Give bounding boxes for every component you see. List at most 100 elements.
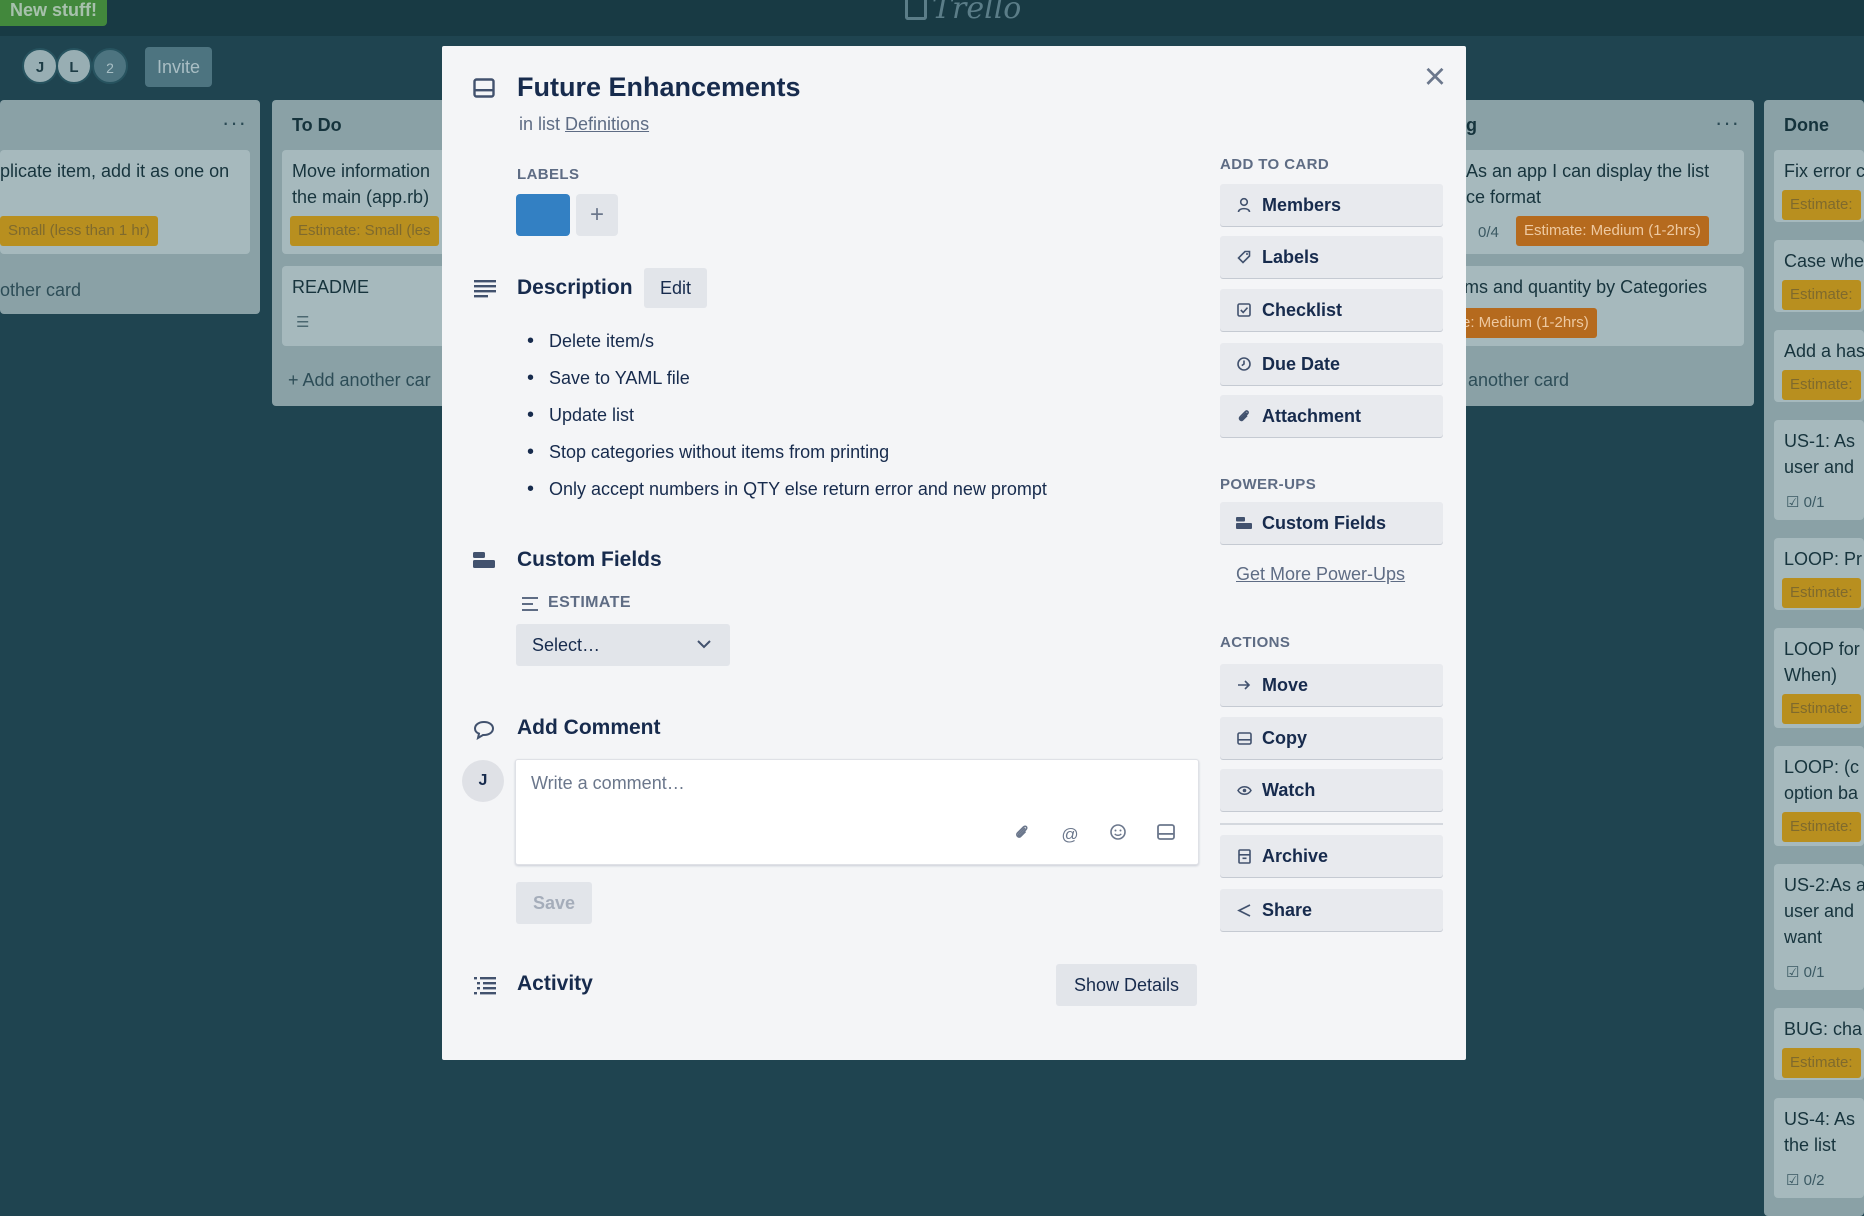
sidebar-divider <box>1220 823 1443 825</box>
list-card[interactable]: Case whe Estimate: <box>1774 240 1864 312</box>
archive-button[interactable]: Archive <box>1220 835 1443 877</box>
mention-icon[interactable]: @ <box>1059 824 1081 846</box>
estimate-badge: Estimate: <box>1782 812 1861 842</box>
get-more-power-ups-link[interactable]: Get More Power-Ups <box>1236 564 1405 585</box>
estimate-badge: Estimate: Small (les <box>290 216 439 246</box>
due-date-button[interactable]: Due Date <box>1220 343 1443 385</box>
list-card[interactable]: BUG: cha Estimate: <box>1774 1008 1864 1080</box>
estimate-badge: Estimate: <box>1782 190 1861 220</box>
due-date-button-label: Due Date <box>1262 354 1341 374</box>
activity-icon <box>474 977 496 995</box>
list-name-link[interactable]: Definitions <box>565 114 649 134</box>
card-icon <box>1234 717 1254 759</box>
list-card[interactable]: ems and quantity by Categories e: Medium… <box>1440 266 1744 346</box>
add-card-link[interactable]: + Add another car <box>288 370 431 391</box>
description-item: Only accept numbers in QTY else return e… <box>527 476 1047 513</box>
list-menu-icon[interactable]: ··· <box>222 110 247 136</box>
card-title: Case whe <box>1784 251 1864 271</box>
members-button-label: Members <box>1262 195 1342 215</box>
move-button[interactable]: Move <box>1220 664 1443 706</box>
checklist-button-label: Checklist <box>1262 300 1343 320</box>
member-avatar[interactable]: J <box>22 48 58 84</box>
estimate-badge: Estimate: Medium (1-2hrs) <box>1516 216 1709 246</box>
list-title[interactable]: g <box>1466 115 1477 136</box>
list-card[interactable]: plicate item, add it as one on Small (le… <box>0 150 250 254</box>
text-field-icon <box>522 597 538 611</box>
card-icon <box>473 78 495 98</box>
estimate-badge: Estimate: <box>1782 370 1861 400</box>
card-title: LOOP: Pr <box>1784 549 1863 569</box>
share-button-label: Share <box>1262 900 1313 920</box>
card-title: As an app I can display the list <box>1466 161 1710 181</box>
show-details-button[interactable]: Show Details <box>1056 964 1197 1006</box>
card-title-line2: ce format <box>1466 187 1542 207</box>
paperclip-icon <box>1234 395 1254 437</box>
list-card[interactable]: Add a has Estimate: <box>1774 330 1864 402</box>
card-title: README <box>292 277 370 297</box>
member-avatar[interactable]: L <box>56 48 92 84</box>
archive-button-label: Archive <box>1262 846 1329 866</box>
member-count-badge[interactable]: 2 <box>92 48 128 84</box>
card-title-heading[interactable]: Future Enhancements <box>517 72 801 103</box>
list-card[interactable]: US-2:As a user and want ☑ 0/1 <box>1774 864 1864 990</box>
list-card[interactable]: LOOP: (c option ba Estimate: <box>1774 746 1864 846</box>
copy-button-label: Copy <box>1262 728 1307 748</box>
card-detail-modal: × Future Enhancements in list Definition… <box>442 46 1466 1060</box>
list-card[interactable]: As an app I can display the list ce form… <box>1440 150 1744 254</box>
card-icon[interactable] <box>1155 824 1177 846</box>
list-card[interactable]: LOOP: Pr Estimate: <box>1774 538 1864 610</box>
power-ups-heading: POWER-UPS <box>1220 476 1317 493</box>
share-button[interactable]: Share <box>1220 889 1443 931</box>
card-title: plicate item, add it as one on <box>0 161 230 181</box>
labels-button-label: Labels <box>1262 247 1320 267</box>
card-title: Move information <box>292 161 431 181</box>
edit-description-button[interactable]: Edit <box>644 268 708 308</box>
label-chip-blue[interactable] <box>516 194 570 236</box>
checklist-count: ☑ 0/1 <box>1786 494 1825 511</box>
emoji-icon[interactable] <box>1107 824 1129 846</box>
new-stuff-button[interactable]: New stuff! <box>0 0 107 26</box>
card-title-line2: user and <box>1784 457 1855 477</box>
watch-button[interactable]: Watch <box>1220 769 1443 811</box>
save-comment-button[interactable]: Save <box>516 882 592 924</box>
card-list-location: in list Definitions <box>519 114 649 135</box>
comment-input[interactable]: Write a comment… @ <box>515 759 1199 865</box>
attachment-button[interactable]: Attachment <box>1220 395 1443 437</box>
comment-placeholder: Write a comment… <box>531 773 685 793</box>
trello-logo-text[interactable]: Trello <box>932 0 1021 26</box>
list-card[interactable]: Fix error c Estimate: <box>1774 150 1864 222</box>
list-card[interactable]: LOOP for When) Estimate: <box>1774 628 1864 728</box>
watch-button-label: Watch <box>1262 780 1316 800</box>
labels-button[interactable]: Labels <box>1220 236 1443 278</box>
custom-fields-button[interactable]: Custom Fields <box>1220 502 1443 544</box>
checklist-button[interactable]: Checklist <box>1220 289 1443 331</box>
add-card-link[interactable]: other card <box>0 280 81 301</box>
invite-button[interactable]: Invite <box>145 47 212 87</box>
description-list[interactable]: Delete item/s Save to YAML file Update l… <box>527 328 1047 513</box>
list-title[interactable]: Done <box>1784 115 1829 136</box>
card-title: ems and quantity by Categories <box>1454 277 1708 297</box>
avatar[interactable]: J <box>462 760 504 802</box>
chevron-down-icon <box>696 624 712 666</box>
list-title[interactable]: To Do <box>292 115 342 136</box>
list-menu-icon[interactable]: ··· <box>1715 110 1740 136</box>
trello-logo-icon[interactable] <box>905 0 927 20</box>
attachment-button-label: Attachment <box>1262 406 1362 426</box>
card-title: BUG: cha <box>1784 1019 1863 1039</box>
add-card-link[interactable]: another card <box>1468 370 1569 391</box>
custom-fields-button-label: Custom Fields <box>1262 513 1387 533</box>
estimate-select[interactable]: Select… <box>516 624 730 666</box>
share-icon <box>1234 889 1254 931</box>
add-label-button[interactable]: + <box>576 194 618 236</box>
list-card[interactable]: US-4: As the list ☑ 0/2 <box>1774 1098 1864 1198</box>
paperclip-icon[interactable] <box>1011 824 1033 846</box>
close-icon[interactable]: × <box>1418 58 1452 96</box>
copy-button[interactable]: Copy <box>1220 717 1443 759</box>
estimate-badge: Estimate: <box>1782 694 1861 724</box>
card-title-line2: the list <box>1784 1135 1837 1155</box>
estimate-badge: Estimate: <box>1782 578 1861 608</box>
list-card[interactable]: US-1: As user and ☑ 0/1 <box>1774 420 1864 520</box>
checklist-count: ☑ 0/1 <box>1786 964 1825 981</box>
board-list-doing: g ··· As an app I can display the list c… <box>1440 100 1754 406</box>
members-button[interactable]: Members <box>1220 184 1443 226</box>
